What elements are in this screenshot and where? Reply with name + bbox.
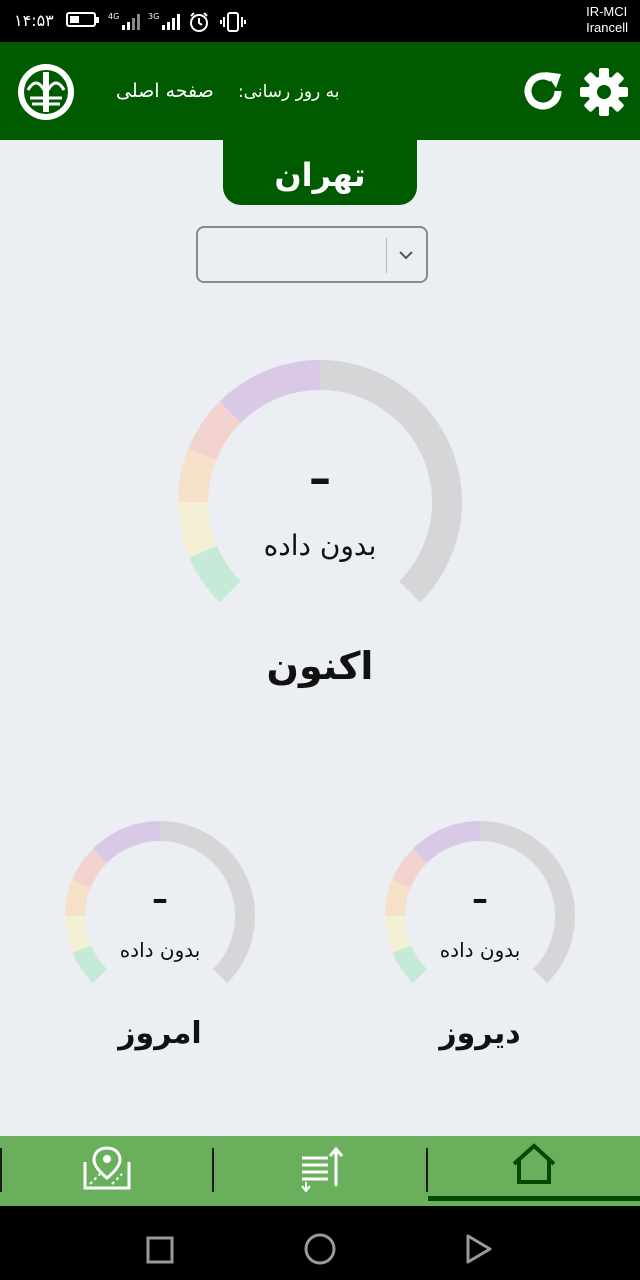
gauge-now-text: بدون داده [263,529,377,562]
page-title: صفحه اصلی [116,80,214,102]
gauge-segment-very-unhealthy [219,360,321,424]
battery-icon [66,12,99,27]
status-bar: ۱۴:۵۳ 4G 3G IR-MCI Irancell [0,0,640,42]
select-divider [386,238,387,273]
gauge-yesterday-value: – [472,880,488,918]
gear-icon[interactable] [578,66,630,118]
nav-divider [0,1148,2,1192]
network-3g-label: 3G [148,12,159,21]
system-nav-bar [0,1206,640,1280]
gauge-now-label: اکنون [266,644,374,688]
gauge-segment-very-unhealthy [92,821,161,864]
signal-icon-2: 3G [148,11,182,35]
gauge-segment-very-unhealthy [412,821,481,864]
carrier-1: IR-MCI [586,4,628,19]
carrier-names: IR-MCI Irancell [586,4,628,36]
carrier-2: Irancell [586,20,628,35]
bottom-nav [0,1136,640,1206]
signal-icon: 4G [108,11,142,35]
network-4g-label: 4G [108,12,119,21]
gauge-yesterday-text: بدون داده [439,938,521,962]
map-icon[interactable] [82,1144,132,1196]
back-button[interactable] [464,1233,494,1269]
status-time: ۱۴:۵۳ [14,11,54,30]
gauge-yesterday-label: دیروز [439,1016,521,1051]
gauge-segment-unhealthy [188,401,242,461]
sort-icon[interactable] [296,1144,346,1196]
update-label: به روز رسانی: [237,82,340,102]
gauge-today-label: امروز [118,1016,202,1051]
nav-divider [426,1148,428,1192]
app-logo [16,62,76,122]
gauge-today-text: بدون داده [119,938,201,962]
home-icon[interactable] [508,1142,560,1192]
gauge-now: – بدون داده [163,357,477,627]
recents-button[interactable] [146,1236,174,1268]
page-title-bar: به روز رسانی: صفحه اصلی [116,80,346,102]
refresh-icon[interactable] [518,66,568,116]
gauge-today-value: – [152,880,168,918]
nav-active-indicator [428,1196,640,1201]
home-system-button[interactable] [303,1232,337,1270]
vibrate-icon [220,11,246,37]
alarm-icon [188,11,210,37]
gauge-today: – بدون داده [51,818,269,1008]
gauge-yesterday: – بدون داده [371,818,589,1008]
city-tab[interactable]: تهران [223,140,417,205]
chevron-down-icon [396,244,416,264]
station-select[interactable] [196,226,428,283]
gauge-now-value: – [309,453,331,504]
nav-divider [212,1148,214,1192]
